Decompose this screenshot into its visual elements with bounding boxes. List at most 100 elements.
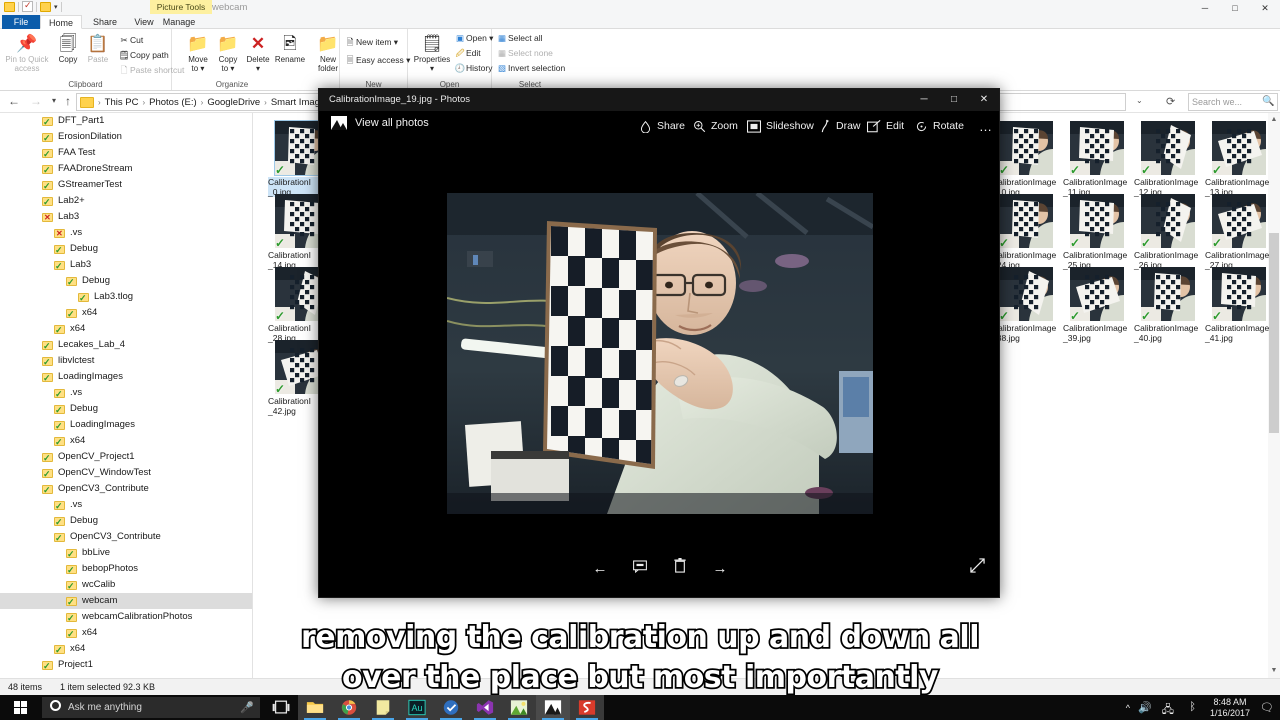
visual-studio-taskbar-button[interactable] [468, 695, 502, 720]
tree-item-opencv3-contribute[interactable]: OpenCV3_Contribute [0, 481, 252, 498]
tree-item--vs[interactable]: .vs [0, 497, 252, 514]
zoom-button[interactable]: Zoom [693, 116, 738, 136]
edit-button[interactable]: Edit [867, 116, 904, 136]
forward-button[interactable]: → [28, 94, 44, 108]
open-button[interactable]: ▣ Open ▾ [454, 33, 493, 44]
tree-item-loadingimages[interactable]: LoadingImages [0, 369, 252, 386]
action-center-icon[interactable]: 🗨 [1260, 701, 1274, 714]
tree-item-lab2-[interactable]: Lab2+ [0, 193, 252, 210]
file-explorer-taskbar-button[interactable] [298, 695, 332, 720]
tree-item--vs[interactable]: .vs [0, 385, 252, 402]
easy-access-button[interactable]: 🗏 Easy access ▾ [344, 55, 411, 69]
photos-taskbar-button[interactable] [536, 695, 570, 720]
next-photo-button[interactable]: → [706, 555, 734, 583]
file-thumbnail[interactable]: ✓ CalibrationImage _26.jpg [1134, 194, 1202, 270]
bluetooth-icon[interactable]: ᛒ [1189, 701, 1196, 713]
breadcrumb-photos-e[interactable]: Photos (E:) [149, 97, 197, 108]
slideshow-button[interactable]: Slideshow [747, 116, 814, 136]
tree-item-libvlctest[interactable]: libvlctest [0, 353, 252, 370]
paint-taskbar-button[interactable] [502, 695, 536, 720]
tree-item-wccalib[interactable]: wcCalib [0, 577, 252, 594]
volume-icon[interactable]: 🔊 [1138, 701, 1152, 714]
invert-selection-button[interactable]: ▧ Invert selection [496, 63, 565, 74]
tree-item-lecakes-lab-4[interactable]: Lecakes_Lab_4 [0, 337, 252, 354]
file-thumbnail[interactable]: ✓ CalibrationImage _41.jpg [1205, 267, 1273, 343]
network-icon[interactable]: 🖧 [1162, 701, 1174, 720]
tab-home[interactable]: Home [40, 15, 82, 29]
tab-file[interactable]: File [2, 15, 40, 29]
rename-button[interactable]: 🖻 Rename [270, 32, 310, 65]
file-thumbnail[interactable]: ✓ CalibrationImage _24.jpg [992, 194, 1060, 270]
edit-button[interactable]: 🖉Edit [454, 48, 480, 62]
start-button[interactable] [0, 695, 40, 720]
tree-item-lab3[interactable]: Lab3 [0, 209, 252, 226]
tree-item-erosiondilation[interactable]: ErosionDilation [0, 129, 252, 146]
tree-item-webcam[interactable]: webcam [0, 593, 252, 610]
chrome-taskbar-button[interactable] [332, 695, 366, 720]
tree-item-bebopphotos[interactable]: bebopPhotos [0, 561, 252, 578]
history-button[interactable]: 🕘History [454, 63, 493, 74]
delete-photo-button[interactable] [666, 555, 694, 583]
properties-button[interactable]: 🗒 Properties ▾ [411, 32, 453, 73]
new-folder-icon[interactable] [40, 1, 51, 12]
cut-button[interactable]: ✂ Cut [118, 35, 143, 46]
select-none-button[interactable]: ▦ Select none [496, 48, 553, 59]
tree-item-x64[interactable]: x64 [0, 433, 252, 450]
file-thumbnail[interactable]: ✓ CalibrationImage _27.jpg [1205, 194, 1273, 270]
tree-item-lab3[interactable]: Lab3 [0, 257, 252, 274]
more-options-button[interactable]: … [979, 116, 992, 136]
view-all-photos-button[interactable]: View all photos [331, 116, 429, 130]
tree-item-bblive[interactable]: bbLive [0, 545, 252, 562]
file-thumbnail[interactable]: ✓ CalibrationImage _11.jpg [1063, 121, 1131, 197]
paste-button[interactable]: 📋 Paste [80, 32, 116, 65]
tree-item-lab3-tlog[interactable]: Lab3.tlog [0, 289, 252, 306]
photos-minimize-button[interactable]: ─ [909, 89, 939, 111]
select-all-button[interactable]: ▦ Select all [496, 33, 543, 44]
tree-item-x64[interactable]: x64 [0, 305, 252, 322]
tree-item-faadronestream[interactable]: FAADroneStream [0, 161, 252, 178]
tree-item-gstreamertest[interactable]: GStreamerTest [0, 177, 252, 194]
search-icon[interactable]: 🔍 [1262, 96, 1274, 107]
search-input[interactable]: Ask me anything [42, 697, 260, 718]
new-item-button[interactable]: 🗎 New item ▾ [344, 37, 399, 51]
tree-item-debug[interactable]: Debug [0, 401, 252, 418]
comment-button[interactable] [626, 555, 654, 583]
tree-item-loadingimages[interactable]: LoadingImages [0, 417, 252, 434]
file-thumbnail[interactable]: ✓ CalibrationImage _40.jpg [1134, 267, 1202, 343]
photos-title-bar[interactable]: CalibrationImage_19.jpg - Photos ─ □ ✕ [319, 89, 999, 111]
photo-viewer-image[interactable] [447, 193, 873, 514]
show-hidden-icons-icon[interactable]: ^ [1126, 703, 1130, 713]
pin-to-quick-access-button[interactable]: 📌 Pin to Quick access [5, 32, 49, 73]
previous-photo-button[interactable]: ← [586, 555, 614, 583]
tree-item-faa-test[interactable]: FAA Test [0, 145, 252, 162]
breadcrumb-googledrive[interactable]: GoogleDrive [207, 97, 260, 108]
copy-path-button[interactable]: 🗒Copy path [118, 50, 169, 61]
tab-manage[interactable]: Manage [154, 15, 204, 29]
photos-maximize-button[interactable]: □ [939, 89, 969, 111]
file-thumbnail[interactable]: ✓ CalibrationImage _25.jpg [1063, 194, 1131, 270]
microphone-icon[interactable]: 🎤 [240, 701, 254, 714]
folder-icon[interactable] [4, 1, 15, 12]
tree-item-opencv-windowtest[interactable]: OpenCV_WindowTest [0, 465, 252, 482]
tree-item-debug[interactable]: Debug [0, 241, 252, 258]
photos-close-button[interactable]: ✕ [969, 89, 999, 111]
tree-item-debug[interactable]: Debug [0, 273, 252, 290]
snagit-taskbar-button[interactable] [570, 695, 604, 720]
file-thumbnail[interactable]: ✓ CalibrationImage _10.jpg [992, 121, 1060, 197]
draw-button[interactable]: Draw [819, 116, 861, 136]
chevron-down-icon[interactable]: ▾ [54, 3, 58, 11]
tree-item-dft-part1[interactable]: DFT_Part1 [0, 113, 252, 130]
chevron-down-icon[interactable]: ⌄ [1136, 96, 1143, 105]
rotate-button[interactable]: Rotate [915, 116, 964, 136]
refresh-icon[interactable]: ⟳ [1166, 95, 1175, 108]
up-button[interactable]: ↑ [60, 94, 76, 108]
tree-item-x64[interactable]: x64 [0, 321, 252, 338]
file-thumbnail[interactable]: ✓ CalibrationImage _12.jpg [1134, 121, 1202, 197]
share-button[interactable]: Share [639, 116, 685, 136]
file-thumbnail[interactable]: ✓ CalibrationImage _39.jpg [1063, 267, 1131, 343]
sticky-notes-taskbar-button[interactable] [366, 695, 400, 720]
tree-item--vs[interactable]: .vs [0, 225, 252, 242]
tab-share[interactable]: Share [84, 15, 126, 29]
back-button[interactable]: ← [6, 94, 22, 108]
fullscreen-button[interactable] [963, 555, 991, 583]
